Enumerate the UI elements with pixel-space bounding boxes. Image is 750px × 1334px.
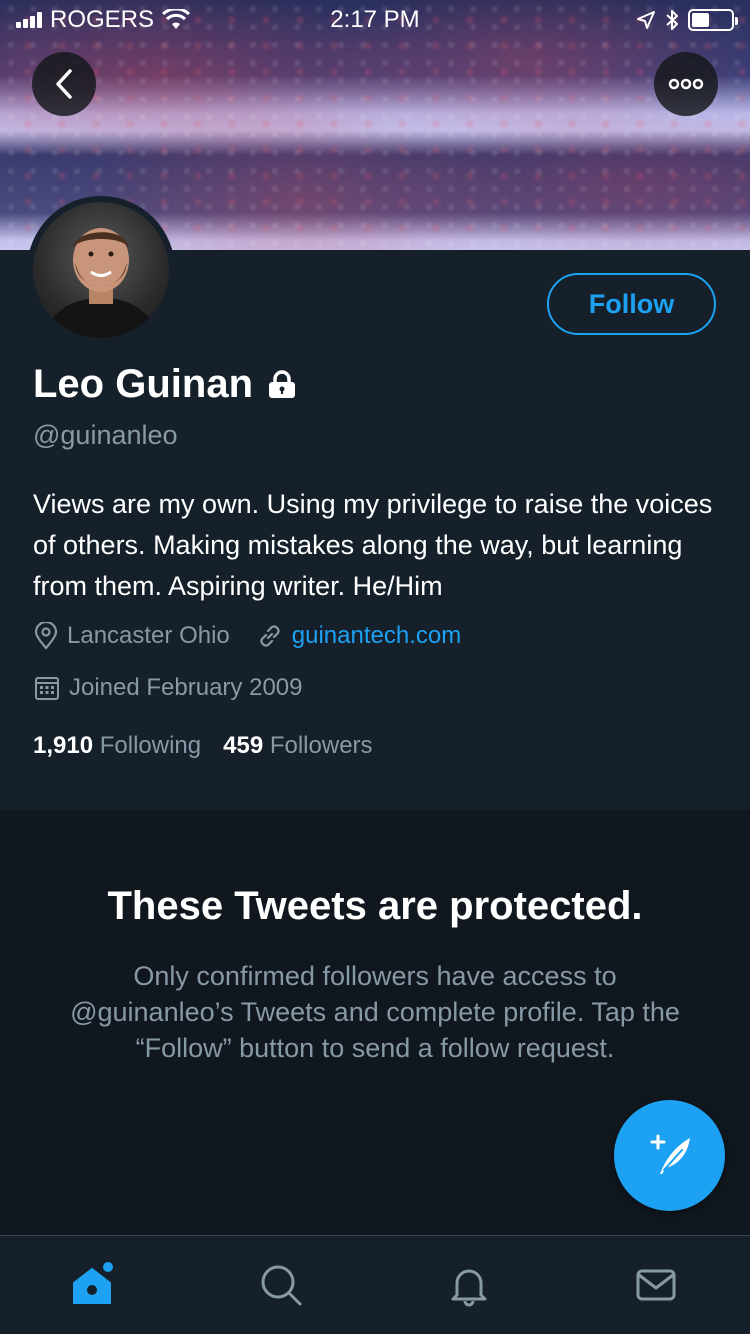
calendar-icon: [35, 677, 59, 700]
compose-feather-icon: [650, 1134, 690, 1174]
battery-icon: [688, 9, 738, 31]
home-icon: [72, 1262, 113, 1304]
website-item[interactable]: guinantech.com: [256, 622, 461, 650]
follow-counts: 1,910 Following 459 Followers: [33, 732, 373, 760]
back-button[interactable]: [32, 52, 96, 116]
more-dots-icon: [668, 78, 704, 90]
bell-icon: [451, 1269, 487, 1307]
followers-number: 459: [223, 732, 264, 759]
follow-button[interactable]: Follow: [547, 273, 716, 335]
joined-item: Joined February 2009: [33, 674, 302, 702]
tab-search[interactable]: [241, 1245, 321, 1325]
following-count[interactable]: 1,910 Following: [33, 732, 201, 760]
tab-home[interactable]: [54, 1245, 134, 1325]
protected-title: These Tweets are protected.: [107, 884, 643, 928]
link-icon: [260, 625, 280, 647]
joined-row: Joined February 2009: [33, 674, 302, 702]
joined-text: Joined February 2009: [69, 674, 303, 701]
location-pin-icon: [34, 622, 58, 650]
location-item: Lancaster Ohio: [33, 622, 230, 650]
bluetooth-icon: [666, 10, 678, 30]
protected-message: Only confirmed followers have access to …: [70, 961, 680, 1063]
mail-icon: [636, 1269, 676, 1301]
profile-handle: @guinanleo: [33, 420, 178, 450]
more-options-button[interactable]: [654, 52, 718, 116]
signal-icon: [16, 12, 42, 28]
status-bar: ROGERS 2:17 PM: [0, 0, 750, 40]
avatar-photo: [33, 202, 169, 338]
compose-tweet-button[interactable]: [614, 1100, 725, 1211]
profile-bio: Views are my own. Using my privilege to …: [33, 489, 713, 601]
followers-label: Followers: [269, 732, 373, 759]
location-text: Lancaster Ohio: [67, 622, 230, 649]
tab-notifications[interactable]: [429, 1245, 509, 1325]
profile-name: Leo Guinan: [33, 362, 253, 406]
carrier-name: ROGERS: [50, 6, 155, 33]
location-arrow-icon: [637, 11, 655, 29]
followers-count[interactable]: 459 Followers: [223, 732, 372, 760]
website-link[interactable]: guinantech.com: [292, 622, 461, 650]
profile-meta-row: Lancaster Ohio guinantech.com: [33, 622, 461, 650]
search-icon: [261, 1265, 302, 1306]
lock-icon: [269, 369, 295, 398]
bottom-tab-bar: [0, 1235, 750, 1334]
profile-name-row: Leo Guinan: [33, 362, 297, 407]
wifi-icon: [162, 9, 191, 29]
status-left: ROGERS: [16, 6, 191, 34]
chevron-left-icon: [56, 69, 72, 99]
avatar[interactable]: [27, 196, 175, 344]
following-number: 1,910: [33, 732, 94, 759]
following-label: Following: [99, 732, 202, 759]
tab-messages[interactable]: [616, 1245, 696, 1325]
status-right: [636, 8, 738, 32]
